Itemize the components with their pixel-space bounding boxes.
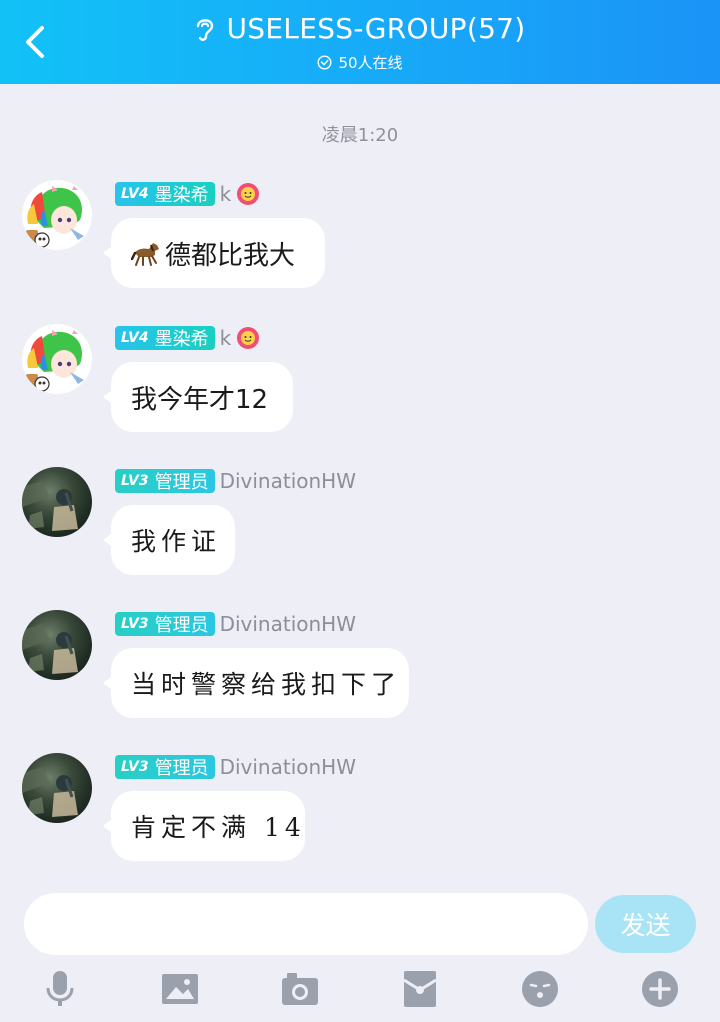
message-bubble[interactable]: 肯定不满 14: [103, 791, 306, 861]
message-text: 德都比我大: [165, 240, 296, 271]
online-status: 50人在线: [0, 52, 720, 73]
role-text: 墨染希: [154, 329, 209, 350]
flower-icon: [237, 327, 260, 349]
role-text: 管理员: [154, 615, 209, 636]
level-text: LV4: [121, 186, 149, 202]
red-packet-button[interactable]: [400, 969, 440, 1009]
level-text: LV4: [121, 330, 149, 346]
image-icon: [162, 974, 198, 1004]
photo-avatar-icon: [22, 767, 78, 817]
plus-icon: [642, 971, 678, 1007]
sender-name[interactable]: k: [220, 182, 232, 206]
level-text: LV3: [121, 759, 149, 775]
more-button[interactable]: [640, 969, 680, 1009]
online-count: 50人在线: [338, 54, 403, 72]
anime-avatar-icon: [22, 180, 92, 250]
photo-avatar-icon: [22, 481, 78, 531]
message-meta: LV4 墨染希 k: [115, 324, 260, 352]
gallery-button[interactable]: [160, 969, 200, 1009]
role-text: 管理员: [154, 758, 209, 779]
emoji-button[interactable]: [520, 969, 560, 1009]
photo-avatar-icon: [22, 624, 78, 674]
horse-emoji-icon: [131, 243, 159, 266]
level-text: LV3: [121, 473, 149, 489]
red-packet-icon: [403, 971, 437, 1007]
message-text: 当时警察给我扣下了: [131, 670, 402, 699]
ear-icon: [197, 18, 214, 41]
anime-avatar-icon: [22, 324, 92, 394]
message-bubble[interactable]: 我今年才12: [103, 362, 293, 432]
message-bubble[interactable]: 德都比我大: [103, 218, 325, 288]
message-input[interactable]: [24, 893, 588, 955]
sender-name[interactable]: DivinationHW: [220, 469, 356, 493]
level-badge: LV4 墨染希: [115, 182, 215, 206]
message-text: 我作证: [131, 527, 222, 556]
message-bubble[interactable]: 当时警察给我扣下了: [103, 648, 409, 718]
level-badge: LV3 管理员: [115, 612, 215, 636]
avatar[interactable]: [22, 180, 92, 250]
title-row[interactable]: USELESS-GROUP(57): [0, 12, 720, 45]
role-text: 墨染希: [154, 185, 209, 206]
message-bubble[interactable]: 我作证: [103, 505, 235, 575]
input-bar: 发送: [0, 877, 720, 1022]
level-badge: LV3 管理员: [115, 755, 215, 779]
message-text: 肯定不满 14: [131, 813, 306, 842]
message-meta: LV4 墨染希 k: [115, 180, 260, 208]
message-meta: LV3 管理员 DivinationHW: [115, 753, 356, 781]
group-title: USELESS-GROUP(57): [226, 12, 526, 45]
level-text: LV3: [121, 616, 149, 632]
avatar[interactable]: [22, 467, 92, 537]
microphone-icon: [46, 971, 74, 1006]
level-badge: LV4 墨染希: [115, 326, 215, 350]
sender-name[interactable]: DivinationHW: [220, 612, 356, 636]
send-button[interactable]: 发送: [595, 895, 696, 953]
sender-name[interactable]: DivinationHW: [220, 755, 356, 779]
avatar[interactable]: [22, 324, 92, 394]
emoji-icon: [522, 971, 558, 1007]
chat-header: USELESS-GROUP(57) 50人在线: [0, 0, 720, 84]
message-text: 我今年才12: [131, 384, 269, 415]
sender-name[interactable]: k: [220, 326, 232, 350]
camera-icon: [282, 973, 318, 1005]
message-meta: LV3 管理员 DivinationHW: [115, 467, 356, 495]
camera-button[interactable]: [280, 969, 320, 1009]
check-circle-icon: [317, 55, 332, 70]
message-meta: LV3 管理员 DivinationHW: [115, 610, 356, 638]
avatar[interactable]: [22, 610, 92, 680]
voice-button[interactable]: [40, 969, 80, 1009]
level-badge: LV3 管理员: [115, 469, 215, 493]
time-divider: 凌晨1:20: [321, 125, 399, 146]
avatar[interactable]: [22, 753, 92, 823]
flower-icon: [237, 183, 260, 205]
role-text: 管理员: [154, 472, 209, 493]
